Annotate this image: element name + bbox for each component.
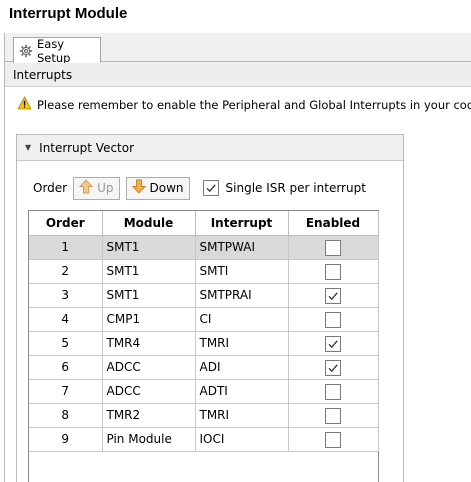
table-row[interactable]: 8 TMR2 TMRI [29, 403, 379, 428]
interrupt-vector-header[interactable]: ▼ Interrupt Vector [17, 135, 403, 161]
table-row[interactable]: 7 ADCC ADTI [29, 379, 379, 404]
table-row[interactable]: 4 CMP1 CI [29, 307, 379, 332]
table-header-row: Order Module Interrupt Enabled [29, 211, 379, 236]
cell-order: 5 [29, 331, 103, 356]
warning-icon [17, 96, 32, 113]
interrupt-table: Order Module Interrupt Enabled 1 SMT1 SMTP… [28, 210, 379, 482]
cell-interrupt: CI [195, 307, 289, 332]
interrupt-vector-panel: ▼ Interrupt Vector Order Up Down Single … [16, 134, 404, 482]
table-row[interactable]: 1 SMT1 SMTPWAI [29, 235, 379, 260]
checkmark-icon [328, 339, 338, 348]
single-isr-label: Single ISR per interrupt [225, 181, 366, 195]
cell-interrupt: SMTPRAI [195, 283, 289, 308]
column-header-order[interactable]: Order [29, 211, 103, 236]
column-header-interrupt[interactable]: Interrupt [195, 211, 289, 236]
cell-enabled [288, 331, 379, 356]
cell-order: 3 [29, 283, 103, 308]
cell-enabled [288, 379, 379, 404]
cell-module: ADCC [102, 379, 196, 404]
cell-module: CMP1 [102, 307, 196, 332]
enabled-checkbox[interactable] [325, 287, 341, 304]
interrupts-section-header[interactable]: Interrupts [5, 63, 471, 87]
cell-module: TMR2 [102, 403, 196, 428]
enabled-checkbox[interactable] [325, 383, 341, 400]
tab-easy-setup[interactable]: Easy Setup [13, 36, 101, 65]
page-title: Interrupt Module [9, 5, 128, 22]
column-header-enabled[interactable]: Enabled [288, 211, 379, 236]
checkmark-icon [206, 184, 216, 193]
tab-label: Easy Setup [37, 36, 71, 65]
cell-order: 6 [29, 355, 103, 380]
cell-enabled [288, 283, 379, 308]
enabled-checkbox[interactable] [325, 239, 341, 256]
table-row[interactable]: 3 SMT1 SMTPRAI [29, 283, 379, 308]
cell-order: 1 [29, 235, 103, 260]
move-down-label: Down [149, 181, 184, 195]
cell-module: SMT1 [102, 259, 196, 284]
cell-interrupt: ADTI [195, 379, 289, 404]
warning-message: Please remember to enable the Peripheral… [17, 96, 471, 113]
tab-strip: Easy Setup [5, 33, 471, 65]
table-row[interactable]: 5 TMR4 TMRI [29, 331, 379, 356]
move-up-label: Up [97, 181, 114, 195]
cell-enabled [288, 403, 379, 428]
warning-text: Please remember to enable the Peripheral… [37, 97, 471, 112]
cell-enabled [288, 235, 379, 260]
cell-enabled [288, 427, 379, 452]
easy-setup-content: Interrupts Please remember to enable the… [5, 63, 471, 482]
table-row[interactable]: 6 ADCC ADI [29, 355, 379, 380]
move-down-button[interactable]: Down [125, 176, 190, 200]
cell-interrupt: TMRI [195, 331, 289, 356]
interrupt-vector-title: Interrupt Vector [39, 140, 135, 155]
cell-module: ADCC [102, 355, 196, 380]
cell-enabled [288, 307, 379, 332]
enabled-checkbox[interactable] [325, 263, 341, 280]
table-row[interactable]: 2 SMT1 SMTI [29, 259, 379, 284]
cell-module: SMT1 [102, 235, 196, 260]
cell-module: SMT1 [102, 283, 196, 308]
cell-enabled [288, 355, 379, 380]
enabled-checkbox[interactable] [325, 431, 341, 448]
arrow-up-icon [79, 179, 94, 197]
move-up-button[interactable]: Up [73, 176, 120, 200]
single-isr-checkbox[interactable] [202, 180, 219, 196]
order-label: Order [33, 181, 68, 195]
cell-order: 2 [29, 259, 103, 284]
cell-module: Pin Module [102, 427, 196, 452]
module-panel: Easy Setup Interrupts Please remember to… [4, 33, 471, 482]
column-header-module[interactable]: Module [102, 211, 196, 236]
enabled-checkbox[interactable] [325, 311, 341, 328]
arrow-down-icon [131, 179, 146, 197]
cell-enabled [288, 259, 379, 284]
cell-interrupt: TMRI [195, 403, 289, 428]
cell-order: 8 [29, 403, 103, 428]
cell-interrupt: ADI [195, 355, 289, 380]
checkmark-icon [328, 291, 338, 300]
cell-order: 9 [29, 427, 103, 452]
checkmark-icon [328, 363, 338, 372]
order-toolbar: Order Up Down Single ISR per interrupt [17, 175, 403, 201]
enabled-checkbox[interactable] [325, 335, 341, 352]
cell-interrupt: SMTPWAI [195, 235, 289, 260]
enabled-checkbox[interactable] [325, 359, 341, 376]
cell-order: 4 [29, 307, 103, 332]
cell-interrupt: IOCI [195, 427, 289, 452]
collapse-caret-icon[interactable]: ▼ [25, 143, 31, 152]
cell-interrupt: SMTI [195, 259, 289, 284]
enabled-checkbox[interactable] [325, 407, 341, 424]
gear-icon [19, 44, 33, 58]
table-row[interactable]: 9 Pin Module IOCI [29, 427, 379, 452]
cell-module: TMR4 [102, 331, 196, 356]
cell-order: 7 [29, 379, 103, 404]
